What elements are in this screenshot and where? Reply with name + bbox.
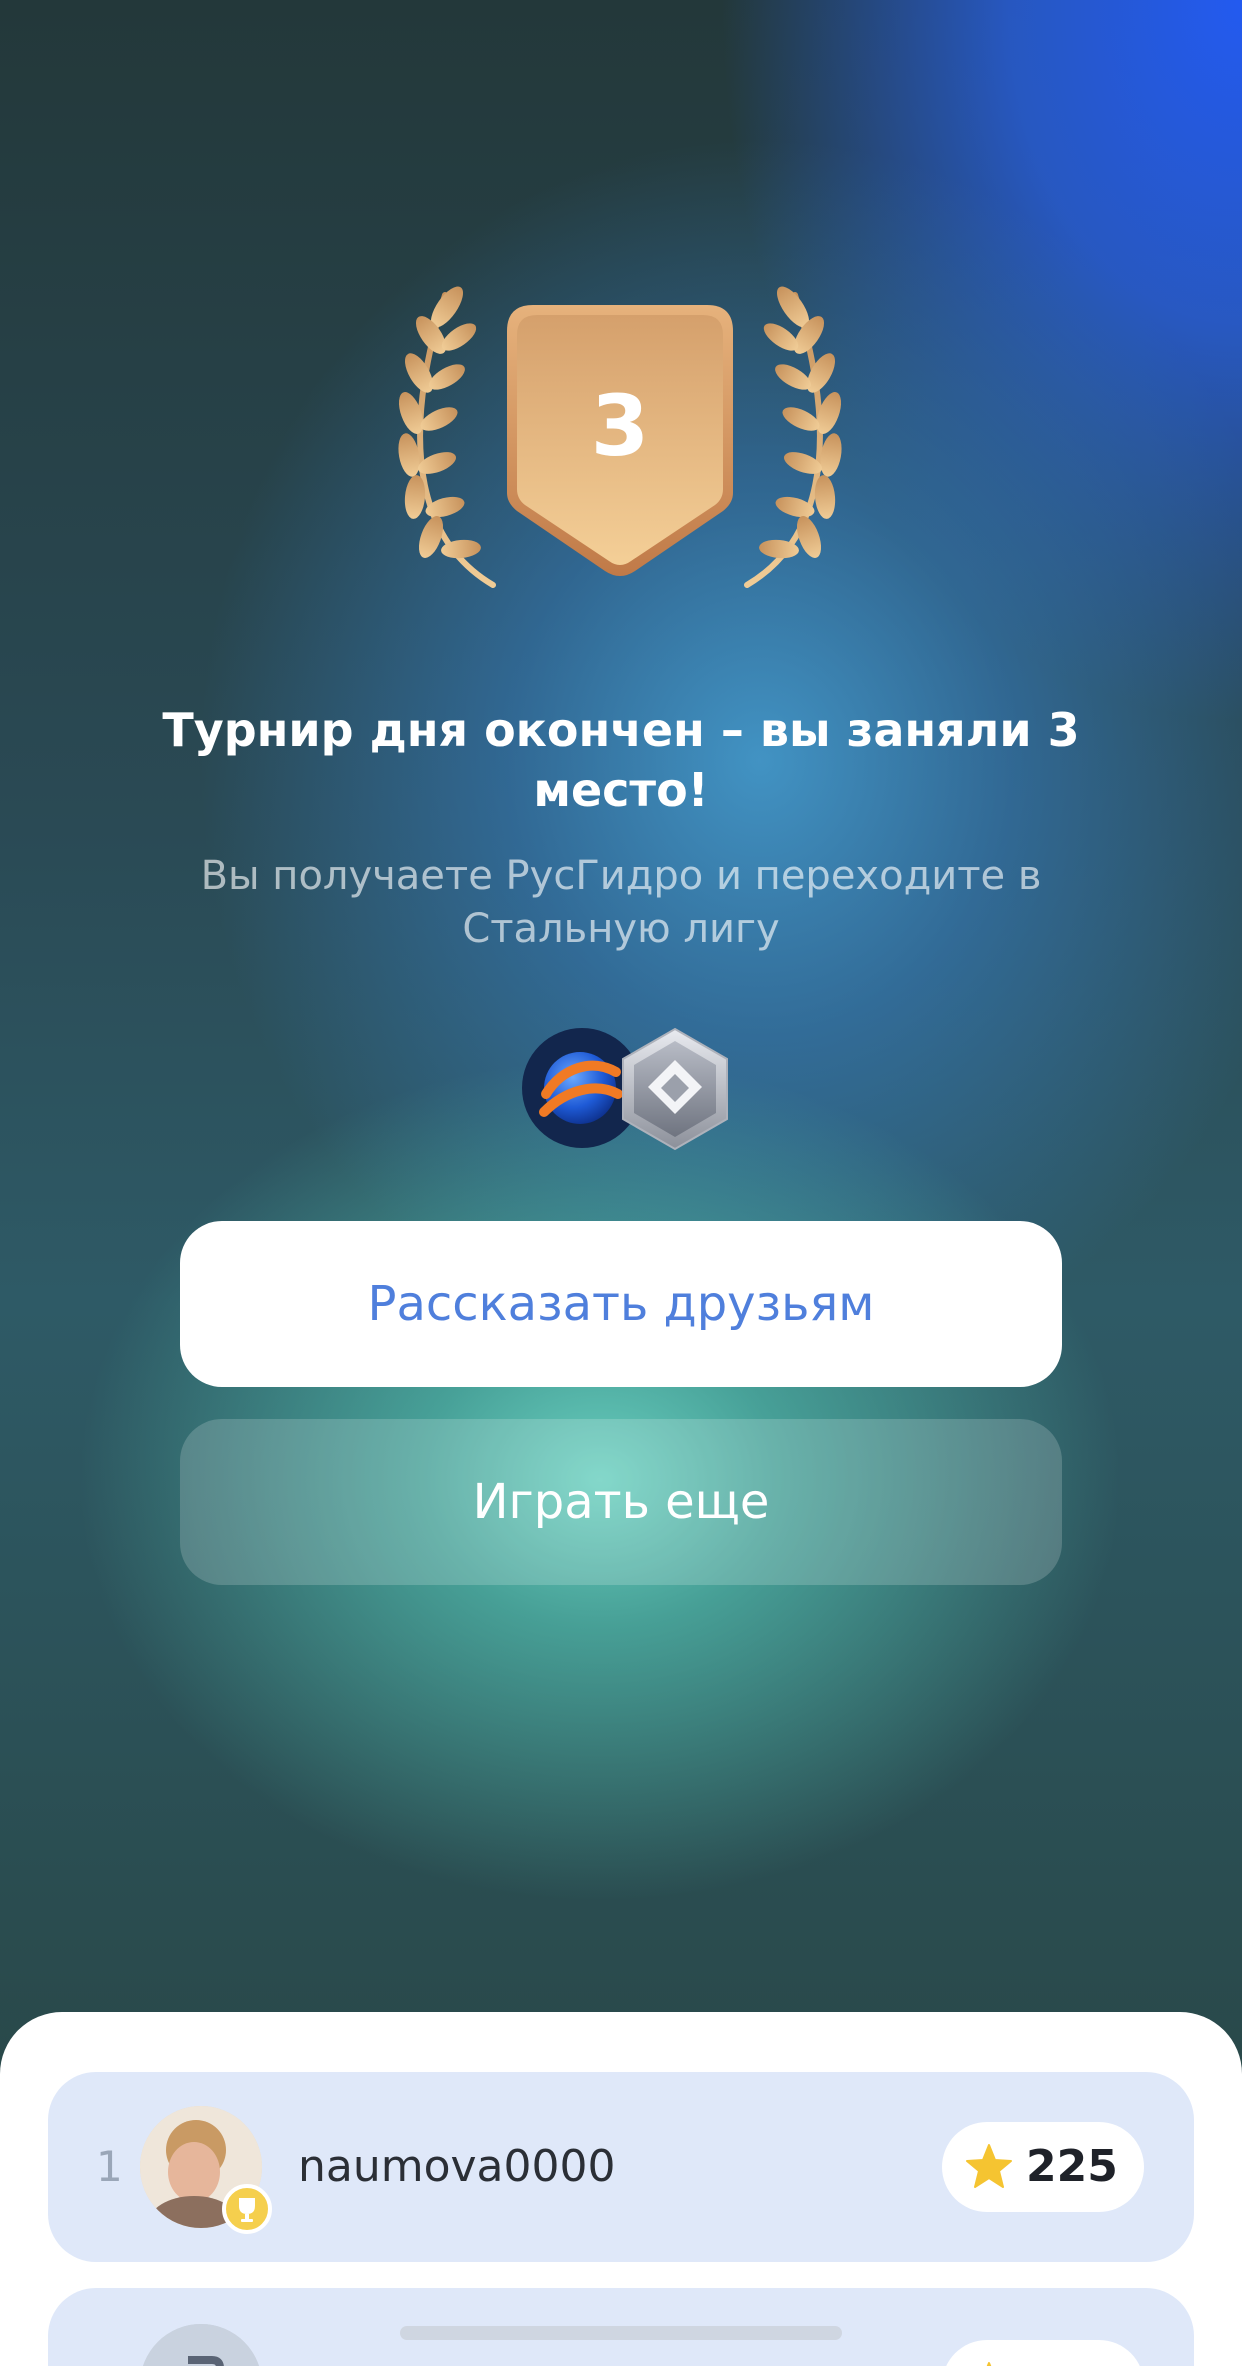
laurel-left-icon xyxy=(398,286,496,588)
place-badge: 3 xyxy=(385,285,855,595)
score-badge: 225 xyxy=(942,2122,1144,2212)
play-again-button[interactable]: Играть еще xyxy=(180,1419,1062,1585)
leaderboard-sheet[interactable]: 1 naumova0000 225 xyxy=(0,2012,1242,2366)
trophy-badge xyxy=(222,2184,272,2234)
avatar-placeholder-icon xyxy=(140,2324,262,2366)
star-icon xyxy=(986,2362,992,2366)
score-value: 225 xyxy=(1026,2141,1118,2192)
avatar xyxy=(140,2324,262,2366)
share-with-friends-button[interactable]: Рассказать друзьям xyxy=(180,1221,1062,1387)
leaderboard-row[interactable]: 1 naumova0000 225 xyxy=(48,2072,1194,2262)
laurel-right-icon xyxy=(744,286,842,588)
place-number: 3 xyxy=(590,377,650,475)
home-indicator[interactable] xyxy=(400,2326,842,2340)
result-subtitle: Вы получаете РусГидро и переходите в Ста… xyxy=(200,853,1042,952)
result-title: Турнир дня окончен – вы заняли 3 место! xyxy=(162,703,1080,817)
username: naumova0000 xyxy=(298,2141,616,2192)
tournament-result-screen: 3 Турнир дня окончен – вы заняли 3 место… xyxy=(0,0,1242,2366)
trophy-icon xyxy=(239,2198,255,2222)
rank-number: 1 xyxy=(96,2142,123,2191)
score-badge xyxy=(942,2340,1144,2366)
star-icon xyxy=(966,2144,1012,2188)
steel-league-icon xyxy=(622,1027,728,1151)
rewards-group xyxy=(520,1026,730,1152)
